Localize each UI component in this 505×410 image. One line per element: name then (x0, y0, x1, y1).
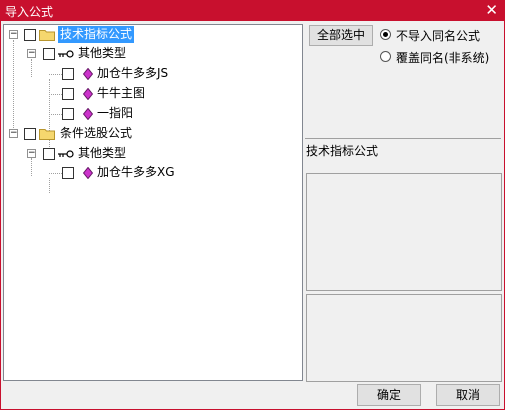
category-label: 技术指标公式 (306, 144, 379, 158)
window-title: 导入公式 (5, 5, 54, 19)
key-icon (58, 150, 74, 158)
tree-node-formula[interactable]: 牛牛主图 (4, 85, 300, 103)
tree-node-formula[interactable]: 一指阳 (4, 105, 300, 123)
checkbox[interactable] (62, 68, 74, 80)
checkbox[interactable] (43, 48, 55, 60)
select-all-button[interactable]: 全部选中 (309, 25, 373, 46)
checkbox[interactable] (24, 29, 36, 41)
tree-node-technical-formulas[interactable]: − 技术指标公式 (4, 26, 300, 44)
checkbox[interactable] (62, 167, 74, 179)
checkbox[interactable] (62, 88, 74, 100)
tree-node-label: 条件选股公式 (60, 126, 133, 140)
radio-skip-same-name[interactable] (380, 29, 391, 40)
key-icon (58, 50, 74, 58)
collapse-icon[interactable]: − (27, 149, 36, 158)
tree-node-label: 一指阳 (97, 106, 134, 120)
formula-tree[interactable]: − 技术指标公式 − 其他类型 加仓牛多多JS 牛牛主图 一指阳 − 条件选股公… (3, 24, 303, 381)
tree-node-label: 加仓牛多多JS (97, 66, 169, 80)
ok-button[interactable]: 确定 (357, 384, 421, 406)
collapse-icon[interactable]: − (9, 129, 18, 138)
title-bar: 导入公式 ✕ (0, 0, 505, 21)
tree-node-formula[interactable]: 加仓牛多多JS (4, 65, 300, 83)
tree-node-screening-formulas[interactable]: − 条件选股公式 (4, 125, 300, 143)
collapse-icon[interactable]: − (9, 30, 18, 39)
tree-node-other-types[interactable]: − 其他类型 (4, 145, 300, 163)
description-panel (306, 173, 502, 291)
formula-gem-icon (83, 88, 93, 100)
checkbox[interactable] (62, 108, 74, 120)
folder-icon (39, 129, 55, 140)
tree-node-formula[interactable]: 加仓牛多多XG (4, 164, 300, 182)
folder-icon (39, 30, 55, 41)
tree-node-label: 其他类型 (78, 46, 127, 60)
tree-node-label: 其他类型 (78, 146, 127, 160)
radio-skip-label[interactable]: 不导入同名公式 (396, 27, 480, 44)
tree-node-other-types[interactable]: − 其他类型 (4, 45, 300, 63)
close-icon[interactable]: ✕ (485, 1, 498, 19)
radio-overwrite-same-name[interactable] (380, 51, 391, 62)
checkbox[interactable] (24, 128, 36, 140)
formula-gem-icon (83, 68, 93, 80)
details-panel (306, 294, 502, 382)
radio-overwrite-label[interactable]: 覆盖同名(非系统) (396, 49, 489, 66)
cancel-button[interactable]: 取消 (436, 384, 500, 406)
formula-gem-icon (83, 167, 93, 179)
formula-gem-icon (83, 108, 93, 120)
tree-node-label: 加仓牛多多XG (97, 165, 175, 179)
checkbox[interactable] (43, 148, 55, 160)
collapse-icon[interactable]: − (27, 49, 36, 58)
tree-node-label: 牛牛主图 (97, 86, 146, 100)
category-info-panel: 技术指标公式 (305, 138, 501, 172)
tree-node-label: 技术指标公式 (58, 26, 135, 43)
